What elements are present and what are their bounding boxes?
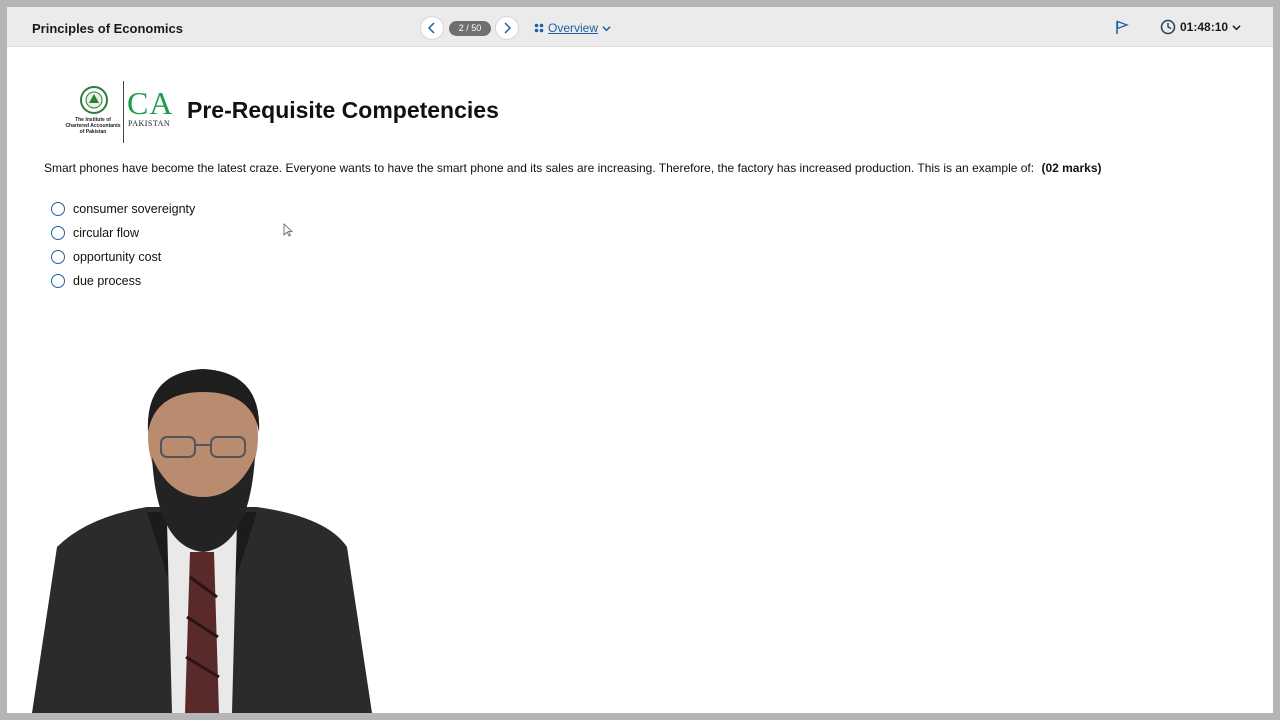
question-text: Smart phones have become the latest craz… xyxy=(44,161,1102,175)
overview-dropdown[interactable]: Overview xyxy=(534,21,611,35)
option-due-process[interactable]: due process xyxy=(51,269,195,293)
radio-button[interactable] xyxy=(51,202,65,216)
option-label: circular flow xyxy=(73,226,139,240)
page-title: Pre-Requisite Competencies xyxy=(187,97,499,123)
radio-button[interactable] xyxy=(51,274,65,288)
option-label: due process xyxy=(73,274,142,288)
next-question-button[interactable] xyxy=(495,16,519,40)
chevron-left-icon xyxy=(427,22,435,34)
exam-window: Principles of Economics 2 / 50 Overview xyxy=(7,7,1273,713)
top-bar: Principles of Economics 2 / 50 Overview xyxy=(7,7,1273,47)
timer-value: 01:48:10 xyxy=(1180,20,1229,34)
logo-ca-text: CA xyxy=(127,85,174,121)
chevron-down-icon xyxy=(1232,24,1241,30)
option-opportunity-cost[interactable]: opportunity cost xyxy=(51,245,195,269)
seal-icon xyxy=(80,86,108,114)
timer-dropdown[interactable]: 01:48:10 xyxy=(1160,19,1241,35)
flag-icon[interactable] xyxy=(1114,19,1130,35)
radio-button[interactable] xyxy=(51,226,65,240)
option-circular-flow[interactable]: circular flow xyxy=(51,221,195,245)
grid-icon xyxy=(534,23,544,33)
question-stem: Smart phones have become the latest craz… xyxy=(44,161,1035,175)
option-label: opportunity cost xyxy=(73,250,162,264)
answer-options: consumer sovereignty circular flow oppor… xyxy=(51,197,195,293)
chevron-down-icon xyxy=(602,25,611,31)
question-marks: (02 marks) xyxy=(1041,161,1102,175)
chevron-right-icon xyxy=(504,22,512,34)
radio-button[interactable] xyxy=(51,250,65,264)
presenter-video xyxy=(32,369,372,713)
icap-logo: The Institute of Chartered Accountants o… xyxy=(65,79,173,145)
question-counter: 2 / 50 xyxy=(449,21,491,36)
seal-caption: The Institute of Chartered Accountants o… xyxy=(65,117,121,135)
app-title: Principles of Economics xyxy=(32,21,183,36)
option-label: consumer sovereignty xyxy=(73,202,196,216)
logo-divider xyxy=(123,81,124,143)
clock-icon xyxy=(1160,19,1176,35)
option-consumer-sovereignty[interactable]: consumer sovereignty xyxy=(51,197,195,221)
overview-label: Overview xyxy=(548,21,599,35)
previous-question-button[interactable] xyxy=(420,16,444,40)
logo-sub-text: PAKISTAN xyxy=(128,119,171,128)
cursor-icon xyxy=(283,223,293,237)
